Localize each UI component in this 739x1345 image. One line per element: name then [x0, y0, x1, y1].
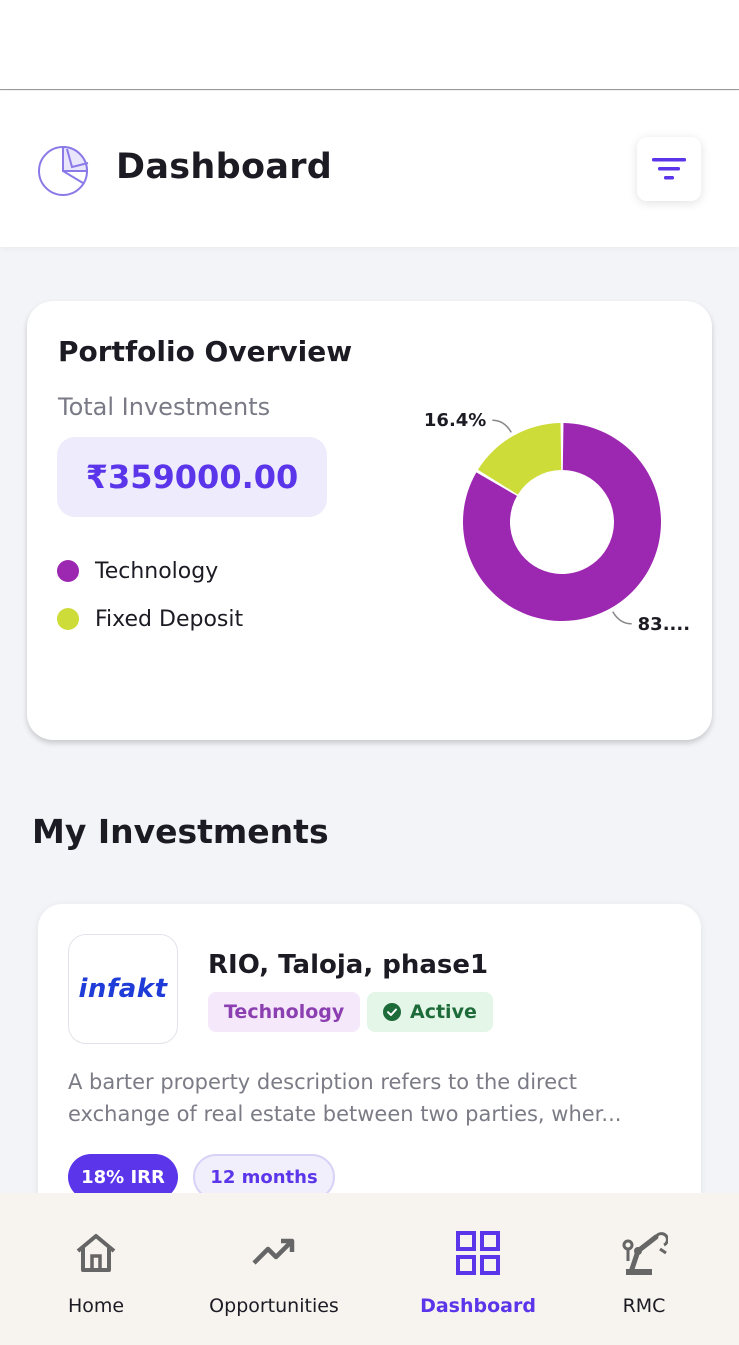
filter-button[interactable] — [637, 137, 701, 201]
status-badge-label: Active — [410, 1001, 477, 1023]
trending-up-icon — [252, 1238, 295, 1265]
portfolio-donut-chart: 83.... 16.4% — [424, 410, 690, 635]
nav-item-home[interactable]: Home — [40, 1193, 152, 1345]
legend-label-technology: Technology — [95, 558, 219, 584]
portfolio-overview-title: Portfolio Overview — [58, 335, 353, 368]
irr-pill-label: 18% IRR — [81, 1166, 165, 1188]
grid-icon — [456, 1231, 500, 1275]
donut-leader-line — [612, 611, 632, 625]
total-investments-amount: ₹359000.00 — [85, 458, 299, 496]
total-investments-value: ₹359000.00 — [57, 437, 327, 517]
company-logo: infakt — [68, 934, 178, 1044]
filter-icon — [652, 158, 686, 180]
status-badge: Active — [367, 992, 493, 1032]
crane-icon — [622, 1232, 668, 1275]
app-header: Dashboard — [0, 91, 739, 247]
legend-dot-fixed-deposit — [57, 608, 79, 630]
check-circle-icon — [383, 1003, 401, 1021]
legend-dot-technology — [57, 560, 79, 582]
bottom-nav: Home Opportunities Dashboard RMC — [0, 1193, 739, 1345]
nav-item-opportunities[interactable]: Opportunities — [198, 1193, 350, 1345]
total-investments-label: Total Investments — [58, 393, 271, 421]
duration-pill-label: 12 months — [210, 1166, 318, 1188]
page-title: Dashboard — [116, 147, 333, 187]
investment-name: RIO, Taloja, phase1 — [208, 950, 489, 980]
company-logo-text: infakt — [78, 974, 168, 1004]
donut-data-label: 83.... — [638, 614, 690, 635]
nav-item-dashboard[interactable]: Dashboard — [412, 1193, 544, 1345]
nav-label-dashboard: Dashboard — [420, 1295, 536, 1317]
legend-item-technology: Technology — [57, 547, 243, 595]
portfolio-overview-card: Portfolio Overview Total Investments ₹35… — [27, 301, 712, 740]
legend-item-fixed-deposit: Fixed Deposit — [57, 595, 243, 643]
chart-legend: Technology Fixed Deposit — [57, 547, 243, 643]
home-icon — [76, 1234, 116, 1272]
legend-label-fixed-deposit: Fixed Deposit — [95, 606, 244, 632]
nav-label-opportunities: Opportunities — [209, 1295, 339, 1317]
nav-label-rmc: RMC — [622, 1295, 666, 1317]
category-tag-label: Technology — [224, 1001, 345, 1023]
status-bar — [0, 0, 739, 90]
pie-chart-icon — [38, 145, 89, 196]
donut-leader-line — [492, 419, 512, 433]
donut-data-label: 16.4% — [424, 410, 486, 431]
nav-label-home: Home — [67, 1295, 125, 1317]
my-investments-title: My Investments — [32, 812, 329, 851]
category-tag: Technology — [208, 992, 361, 1032]
nav-item-rmc[interactable]: RMC — [600, 1193, 688, 1345]
investment-description: A barter property description refers to … — [68, 1070, 622, 1126]
